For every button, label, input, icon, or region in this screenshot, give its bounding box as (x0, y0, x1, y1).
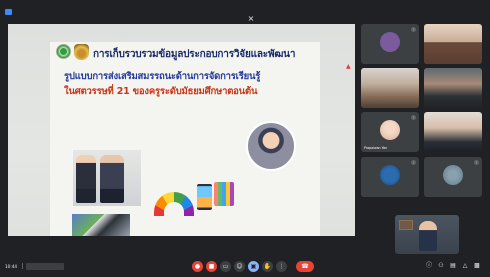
activities-icon[interactable]: △ (461, 262, 469, 270)
captions-button[interactable]: ▭ (220, 261, 231, 272)
avatar (380, 165, 400, 185)
avatar (380, 120, 400, 140)
participant-tile[interactable] (424, 24, 482, 64)
people-icon[interactable]: ⚇ (437, 262, 445, 270)
clock: 10:44 (5, 264, 18, 269)
participant-video (424, 112, 482, 152)
participant-tile[interactable] (424, 112, 482, 152)
chat-icon[interactable]: ▤ (449, 262, 457, 270)
slide-heading-line1: รูปแบบการส่งเสริมสมรรถนะด้านการจัดการเรี… (64, 71, 261, 82)
participant-tile[interactable]: ⋮ Prapaiwan Yan (361, 112, 419, 152)
emoji-button[interactable]: ☺ (234, 261, 245, 272)
smartphone-graphic (197, 184, 212, 210)
mic-off-icon: ⋮ (411, 27, 416, 32)
top-bar: × (0, 0, 490, 23)
participant-tile[interactable]: ⋮ (361, 24, 419, 64)
info-icon[interactable]: ⓘ (425, 262, 433, 270)
wall-frame (399, 220, 413, 230)
participant-tile[interactable]: ⋮ (424, 157, 482, 197)
meeting-window: × การเก็บรวบรวมข้อมูลประกอบการวิจัยและพั… (0, 0, 490, 277)
avatar (443, 165, 463, 185)
slide-title: การเก็บรวบรวมข้อมูลประกอบการวิจัยและพัฒน… (93, 49, 296, 60)
bottom-bar: 10:44 ● ■ ▭ ☺ ▣ ✋ ⋮ ☎ ⓘ ⚇ ▤ △ ▩ (0, 258, 490, 277)
participant-name: Prapaiwan Yan (364, 146, 388, 150)
participant-video (361, 68, 419, 108)
participant-tile[interactable] (361, 68, 419, 108)
mic-off-icon: ⋮ (411, 160, 416, 165)
avatar (380, 32, 400, 52)
mic-off-icon: ⋮ (411, 115, 416, 120)
advisor-figure-2 (100, 155, 124, 203)
institution-seal-logo (56, 44, 71, 59)
participant-video (424, 24, 482, 64)
meet-logo-icon (5, 9, 12, 15)
camera-off-button[interactable]: ■ (206, 261, 217, 272)
app-icons-graphic (214, 182, 234, 206)
slide-heading-line2: ในศตวรรษที่ 21 ของครูระดับมัธยมศึกษาตอนต… (64, 86, 258, 97)
self-view-person (419, 221, 437, 251)
mic-off-icon: ⋮ (474, 160, 479, 165)
self-view[interactable] (395, 215, 459, 254)
present-button[interactable]: ▣ (248, 261, 259, 272)
mic-off-button[interactable]: ● (192, 261, 203, 272)
slide-pointer-icon: ▲ (346, 63, 351, 70)
presenter-portrait (246, 121, 296, 171)
participant-video (424, 68, 482, 108)
raise-hand-button[interactable]: ✋ (262, 261, 273, 272)
gauge-center (164, 202, 184, 216)
meeting-code[interactable] (26, 263, 64, 270)
university-emblem-logo (74, 44, 89, 60)
more-options-button[interactable]: ⋮ (276, 261, 287, 272)
lock-icon[interactable]: ▩ (473, 262, 481, 270)
divider (22, 263, 23, 269)
advisor-figure-1 (76, 155, 96, 203)
devices-illustration (72, 214, 130, 236)
participant-tile[interactable]: ⋮ (361, 157, 419, 197)
end-call-button[interactable]: ☎ (296, 261, 314, 272)
shared-screen: การเก็บรวบรวมข้อมูลประกอบการวิจัยและพัฒน… (8, 24, 355, 236)
participant-tile[interactable] (424, 68, 482, 108)
close-icon[interactable]: × (247, 15, 255, 23)
